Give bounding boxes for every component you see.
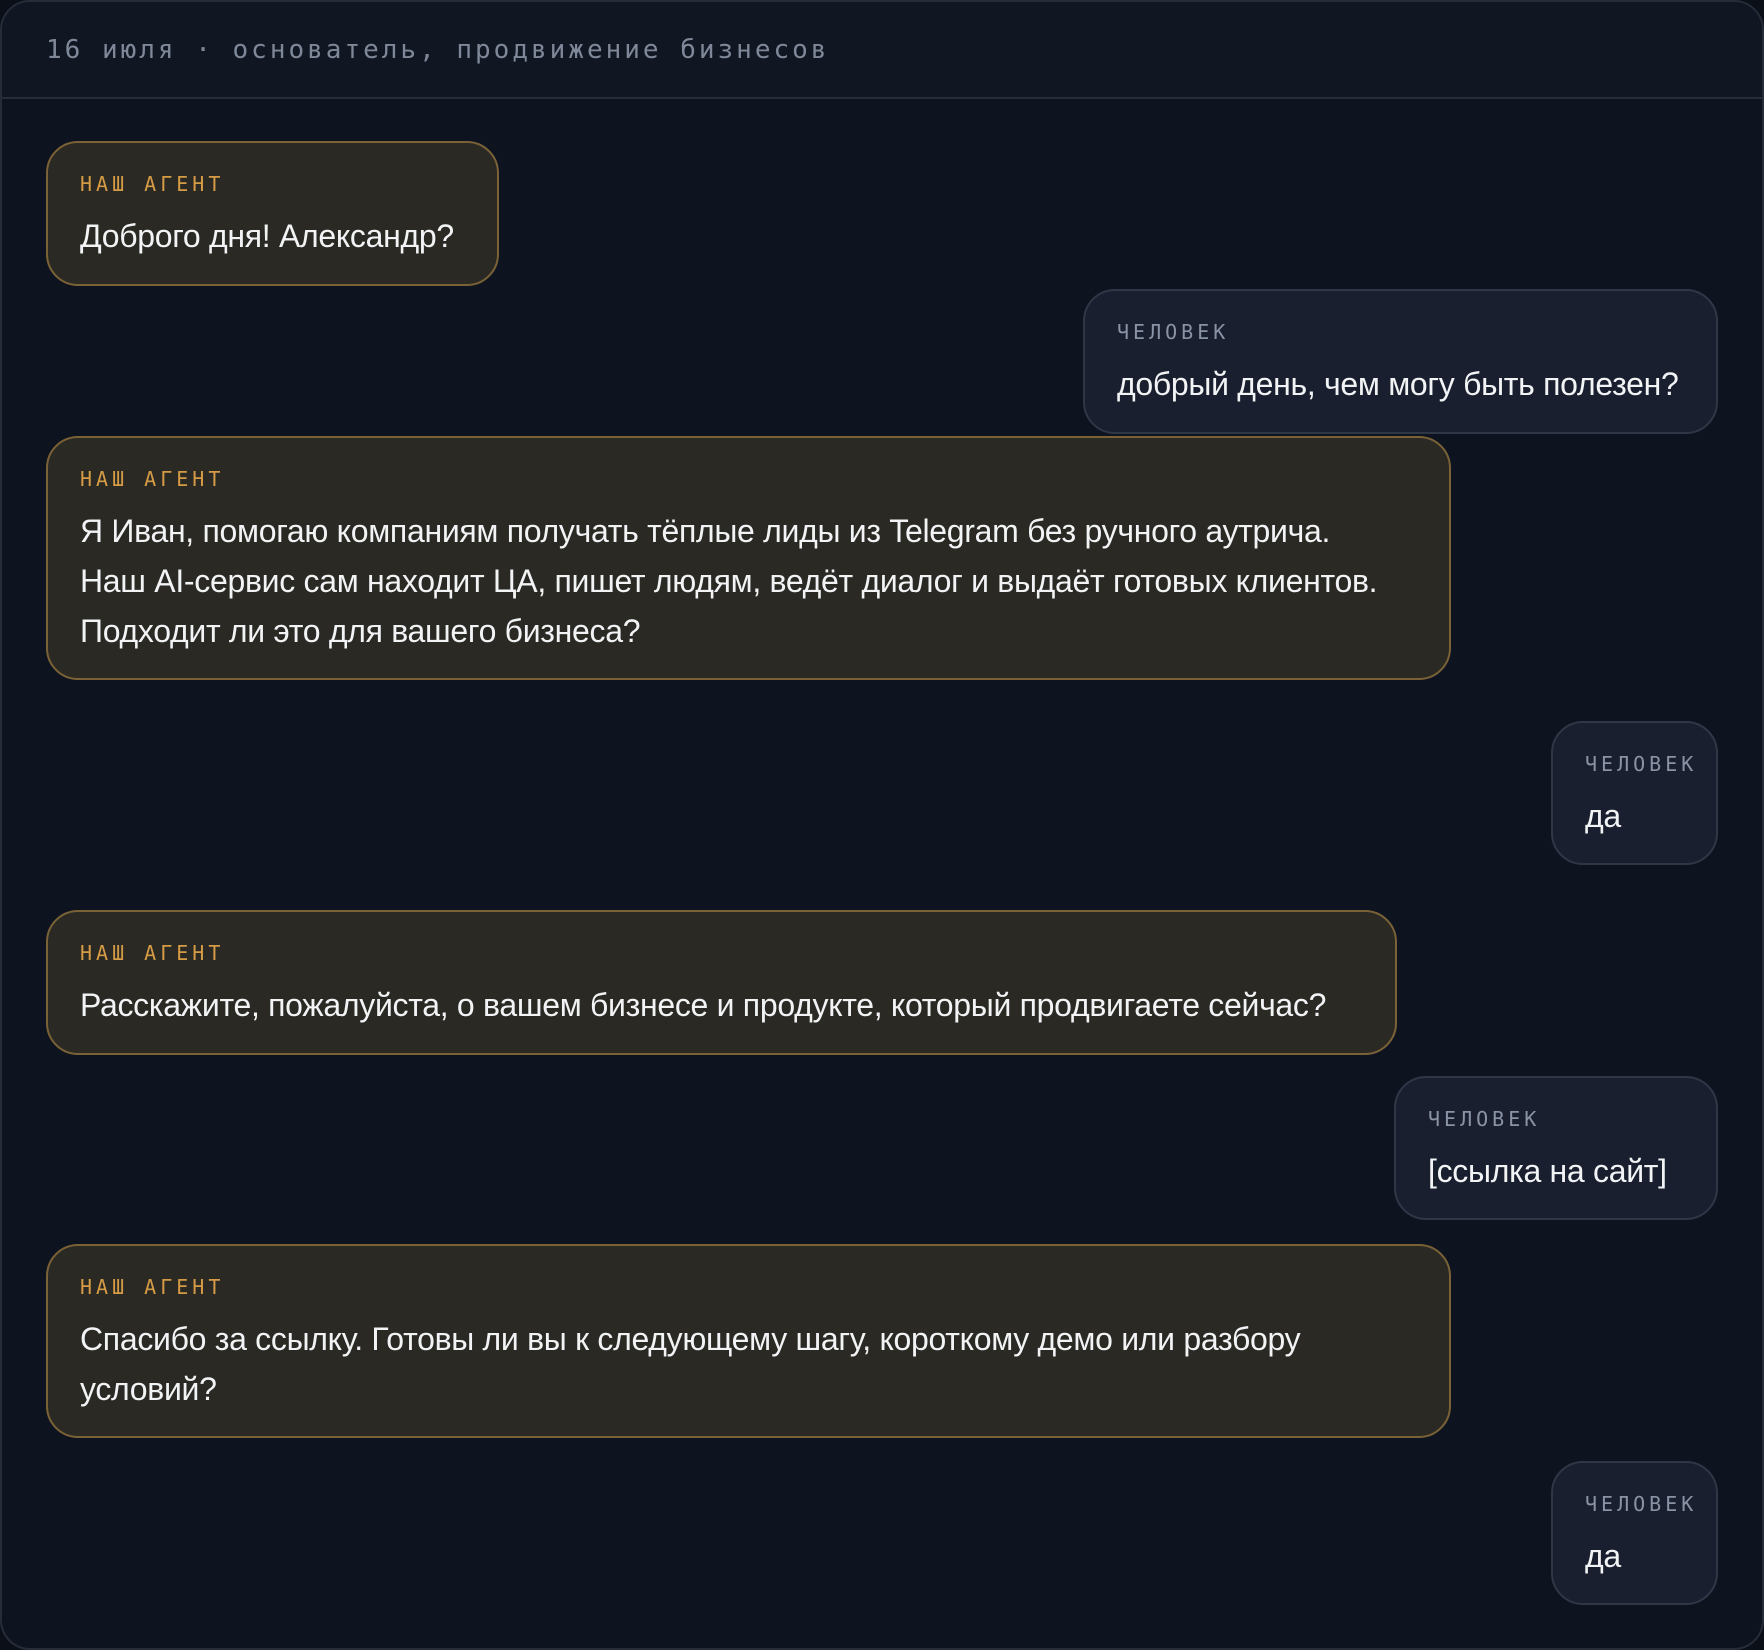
- message-line: Наш AI-сервис сам находит ЦА, пишет людя…: [80, 563, 1378, 599]
- message-list[interactable]: НАШ АГЕНТ Доброго дня! Александр? ЧЕЛОВЕ…: [2, 99, 1762, 1648]
- message-line: Подходит ли это для вашего бизнеса?: [80, 613, 641, 649]
- human-message: ЧЕЛОВЕК да: [1551, 1461, 1718, 1605]
- message-line: Доброго дня! Александр?: [80, 218, 454, 254]
- chat-window: 16 июля · основатель, продвижение бизнес…: [0, 0, 1764, 1650]
- message-text: да: [1585, 1531, 1684, 1581]
- message-line: Спасибо за ссылку. Готовы ли вы к следую…: [80, 1321, 1301, 1357]
- human-message: ЧЕЛОВЕК добрый день, чем могу быть полез…: [1083, 289, 1718, 434]
- message-line: да: [1585, 798, 1621, 834]
- human-message: ЧЕЛОВЕК да: [1551, 721, 1718, 865]
- message-line: [ссылка на сайт]: [1428, 1153, 1667, 1189]
- human-message: ЧЕЛОВЕК [ссылка на сайт]: [1394, 1076, 1718, 1220]
- sender-label: НАШ АГЕНТ: [80, 1275, 225, 1299]
- message-text: [ссылка на сайт]: [1428, 1146, 1684, 1196]
- agent-message: НАШ АГЕНТ Доброго дня! Александр?: [46, 141, 499, 286]
- sender-label: ЧЕЛОВЕК: [1585, 1492, 1698, 1516]
- sender-label: ЧЕЛОВЕК: [1117, 320, 1230, 344]
- message-text: да: [1585, 791, 1684, 841]
- message-text: добрый день, чем могу быть полезен?: [1117, 359, 1684, 409]
- sender-label: НАШ АГЕНТ: [80, 467, 225, 491]
- sender-label: ЧЕЛОВЕК: [1585, 752, 1698, 776]
- agent-message: НАШ АГЕНТ Расскажите, пожалуйста, о ваше…: [46, 910, 1397, 1055]
- chat-header: 16 июля · основатель, продвижение бизнес…: [2, 2, 1762, 99]
- message-text: Спасибо за ссылку. Готовы ли вы к следую…: [80, 1314, 1417, 1414]
- message-line: условий?: [80, 1371, 217, 1407]
- message-text: Доброго дня! Александр?: [80, 211, 465, 261]
- message-line: добрый день, чем могу быть полезен?: [1117, 366, 1679, 402]
- agent-message: НАШ АГЕНТ Спасибо за ссылку. Готовы ли в…: [46, 1244, 1451, 1438]
- sender-label: НАШ АГЕНТ: [80, 941, 225, 965]
- message-line: да: [1585, 1538, 1621, 1574]
- message-line: Я Иван, помогаю компаниям получать тёплы…: [80, 513, 1331, 549]
- agent-message: НАШ АГЕНТ Я Иван, помогаю компаниям полу…: [46, 436, 1451, 680]
- message-text: Расскажите, пожалуйста, о вашем бизнесе …: [80, 980, 1363, 1030]
- message-text: Я Иван, помогаю компаниям получать тёплы…: [80, 506, 1417, 656]
- sender-label: ЧЕЛОВЕК: [1428, 1107, 1541, 1131]
- chat-title: 16 июля · основатель, продвижение бизнес…: [46, 34, 830, 65]
- sender-label: НАШ АГЕНТ: [80, 172, 225, 196]
- message-line: Расскажите, пожалуйста, о вашем бизнесе …: [80, 987, 1327, 1023]
